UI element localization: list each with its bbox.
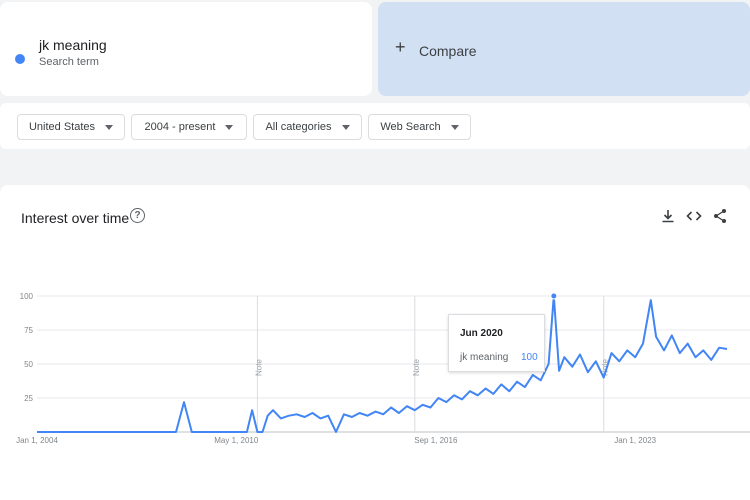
y-tick-label: 75	[24, 326, 33, 335]
note-marker-label: Note	[254, 359, 263, 376]
series-color-dot	[15, 54, 25, 64]
time-range-filter[interactable]: 2004 - present	[131, 114, 247, 140]
compare-label: Compare	[419, 43, 477, 59]
tooltip-date: Jun 2020	[460, 328, 503, 339]
caret-down-icon	[225, 124, 234, 130]
caret-down-icon	[105, 124, 114, 130]
tooltip-value: 100	[521, 352, 538, 363]
help-circle-icon[interactable]: ?	[130, 208, 145, 223]
filters-bar: United States 2004 - present All categor…	[0, 103, 750, 149]
embed-code-icon[interactable]	[685, 207, 703, 225]
tooltip-term: jk meaning	[460, 352, 509, 363]
search-type-filter-label: Web Search	[380, 121, 441, 133]
download-icon[interactable]	[659, 207, 677, 225]
plus-icon: +	[395, 37, 406, 57]
y-tick-label: 25	[24, 394, 33, 403]
search-type-filter[interactable]: Web Search	[368, 114, 471, 140]
x-tick-label: Jan 1, 2023	[614, 436, 656, 445]
caret-down-icon	[450, 124, 459, 130]
interest-line-chart: 255075100 Note Note Note Jan 1, 2004 May 1,…	[16, 292, 750, 445]
search-term-card[interactable]: jk meaning Search term	[0, 2, 372, 96]
interest-over-time-card: Interest over time ? 25 50 75 100 Note Note N…	[0, 185, 750, 500]
x-tick-label: Jan 1, 2004	[16, 436, 58, 445]
x-tick-label: May 1, 2010	[214, 436, 259, 445]
caret-down-icon	[341, 124, 350, 130]
chart-tooltip: Jun 2020 jk meaning 100	[448, 314, 545, 372]
y-tick-label: 100	[20, 292, 34, 301]
search-term-name[interactable]: jk meaning	[39, 37, 107, 53]
category-filter[interactable]: All categories	[253, 114, 362, 140]
search-term-subtitle: Search term	[39, 56, 99, 68]
highlight-point	[550, 292, 558, 300]
x-tick-label: Sep 1, 2016	[414, 436, 458, 445]
note-marker-label: Note	[412, 359, 421, 376]
region-filter[interactable]: United States	[17, 114, 125, 140]
chart-title: Interest over time	[21, 210, 130, 226]
category-filter-label: All categories	[265, 121, 332, 133]
time-range-filter-label: 2004 - present	[144, 121, 216, 133]
compare-button[interactable]: + Compare	[378, 2, 750, 96]
region-filter-label: United States	[28, 121, 96, 133]
y-tick-label: 50	[24, 360, 33, 369]
share-icon[interactable]	[711, 207, 729, 225]
